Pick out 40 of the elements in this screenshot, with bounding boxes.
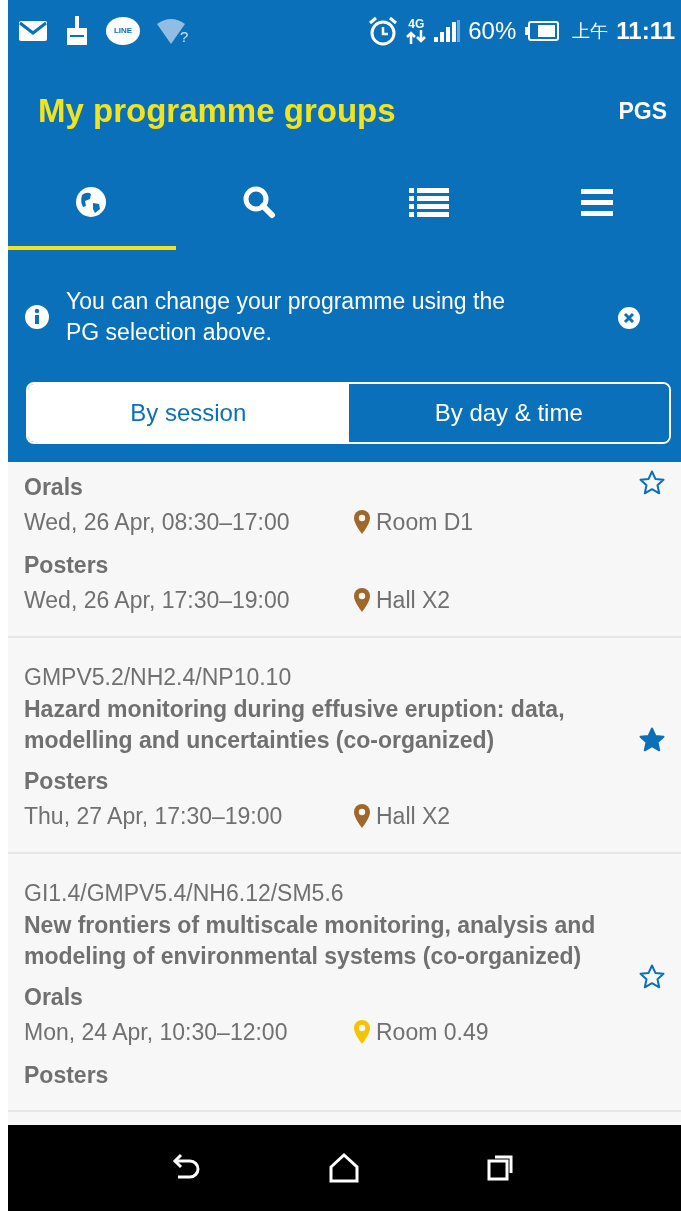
session-time: Wed, 26 Apr, 17:30–19:00 [24, 586, 291, 615]
network-type-text: 4G [408, 18, 425, 30]
session-time: Mon, 24 Apr, 10:30–12:00 [24, 1018, 289, 1047]
session-time: Wed, 26 Apr, 08:30–17:00 [24, 508, 291, 537]
broom-icon [64, 16, 90, 46]
badge-text: LINE [113, 25, 133, 37]
wifi-question-text: ? [180, 29, 189, 44]
clock-text: 11:11 [616, 16, 675, 46]
session-location: Room D1 [376, 508, 474, 537]
info-icon [24, 304, 50, 330]
alarm-clock-icon [368, 16, 399, 46]
star-icon[interactable] [639, 727, 665, 753]
page-title: My programme groups [38, 91, 396, 131]
session-location: Room 0.49 [376, 1018, 489, 1047]
data-arrows-icon [406, 30, 427, 44]
view-toggle-tab[interactable]: By session [28, 384, 349, 442]
session-time: Thu, 27 Apr, 17:30–19:00 [24, 802, 284, 831]
session-type: Posters [24, 551, 110, 580]
session-type: Orals [24, 473, 84, 502]
am-pm-text: 上午 [572, 19, 609, 43]
session-title: New frontiers of multiscale monitoring, analysis and modeling of environmental systems (co-organized) [24, 911, 597, 971]
star-icon[interactable] [639, 470, 665, 496]
pgs-button[interactable]: PGS [618, 93, 667, 129]
session-location: Hall X2 [376, 802, 451, 831]
star-icon[interactable] [639, 964, 665, 990]
notice-text: You can change your programme using the PG selection above. [66, 287, 506, 347]
battery-icon [524, 20, 561, 42]
mail-icon [18, 20, 48, 42]
session-type: Posters [24, 767, 110, 796]
session-type: Orals [24, 983, 84, 1012]
home-button[interactable] [327, 1151, 362, 1185]
session-title: Hazard monitoring during effusive eruption: data, modelling and uncertainties (co-organized) [24, 695, 566, 755]
wifi-icon [156, 18, 186, 44]
session-type: Posters [24, 1061, 110, 1090]
signal-icon [434, 20, 461, 42]
session-code: GI1.4/GMPV5.4/NH6.12/SM5.6 [24, 879, 345, 908]
session-location: Hall X2 [376, 586, 451, 615]
session-code: GMPV5.2/NH2.4/NP10.10 [24, 663, 293, 692]
battery-text: 60% [468, 16, 517, 46]
close-icon [617, 306, 641, 331]
